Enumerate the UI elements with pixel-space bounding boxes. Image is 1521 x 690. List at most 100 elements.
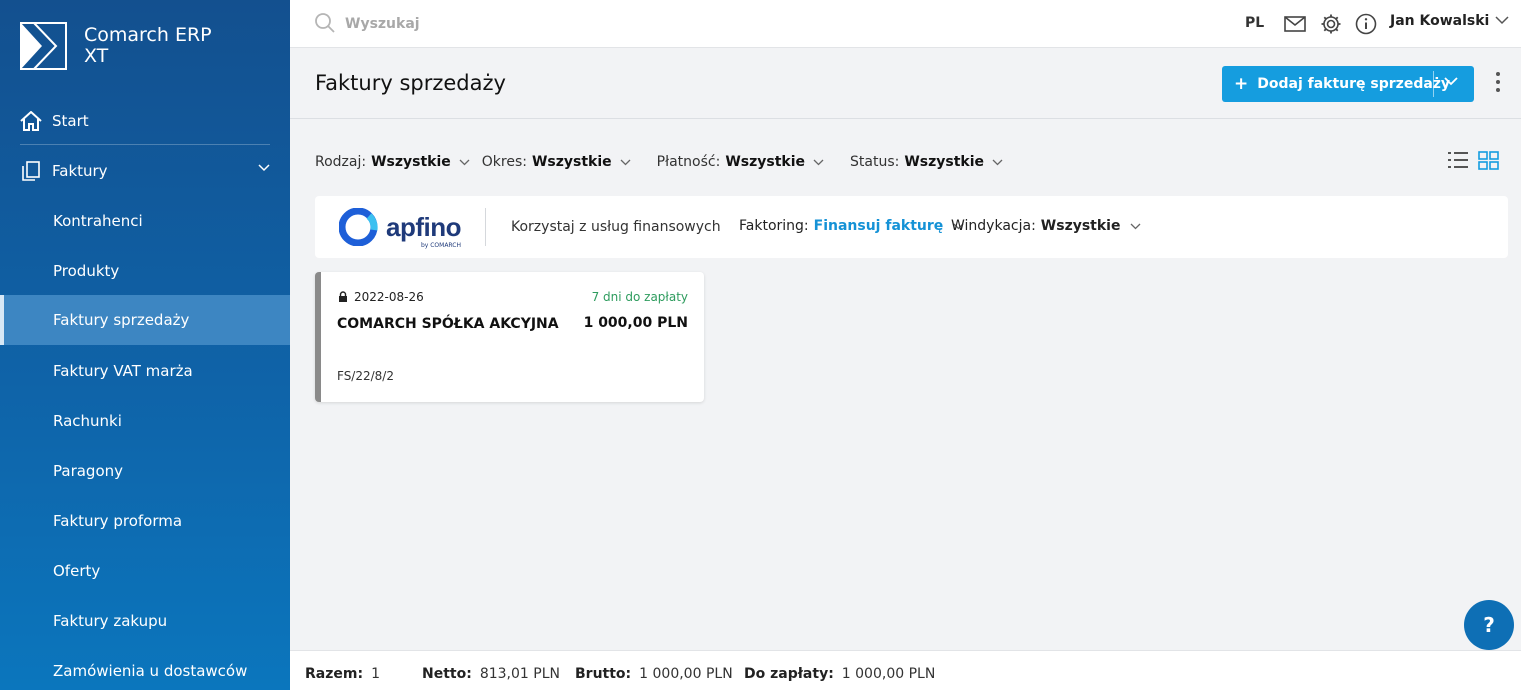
invoice-date: 2022-08-26 [354, 290, 424, 304]
summary-value: 1 000,00 PLN [841, 666, 936, 682]
gear-icon[interactable] [1319, 12, 1343, 36]
list-view-icon[interactable] [1447, 150, 1469, 170]
sidebar-item-produkty[interactable]: Produkty [0, 246, 290, 296]
recovery-dropdown[interactable]: Windykacja: Wszystkie [951, 218, 1141, 234]
invoice-amount: 1 000,00 PLN [583, 315, 688, 331]
summary-label: Razem: [305, 666, 364, 682]
apfino-logo[interactable]: apfino by COMARCH [339, 208, 462, 249]
recovery-label: Windykacja: [951, 218, 1036, 234]
filter-label: Status: [850, 154, 900, 170]
filter-status[interactable]: Status: Wszystkie [850, 154, 1003, 170]
sidebar-item-label: Start [52, 112, 89, 130]
sidebar-item-faktury-sprzedazy[interactable]: Faktury sprzedaży [0, 295, 290, 345]
sidebar-item-label: Faktury sprzedaży [53, 311, 190, 329]
brand[interactable]: Comarch ERP XT [20, 22, 212, 70]
filter-value: Wszystkie [531, 154, 612, 170]
add-sales-invoice-button[interactable]: + Dodaj fakturę sprzedaży [1222, 66, 1474, 102]
invoice-number: FS/22/8/2 [337, 369, 394, 383]
sidebar-divider [20, 144, 270, 145]
invoice-card[interactable]: 2022-08-26 7 dni do zapłaty COMARCH SPÓŁ… [315, 272, 704, 402]
sidebar: Comarch ERP XT Start Faktury Kontrahenci… [0, 0, 290, 690]
sidebar-item-kontrahenci[interactable]: Kontrahenci [0, 196, 290, 246]
sidebar-item-faktury-vat-marza[interactable]: Faktury VAT marża [0, 346, 290, 396]
sidebar-item-label: Faktury VAT marża [53, 362, 193, 380]
sidebar-item-label: Paragony [53, 462, 124, 480]
apfino-by: by COMARCH [420, 242, 461, 249]
sidebar-item-label: Faktury proforma [53, 512, 183, 530]
lock-icon [339, 291, 347, 302]
chevron-down-icon [1131, 223, 1141, 229]
sidebar-item-paragony[interactable]: Paragony [0, 446, 290, 496]
summary-label: Netto: [422, 666, 472, 682]
filter-label: Płatność: [656, 154, 721, 170]
sidebar-item-label: Faktury zakupu [53, 612, 168, 630]
app-name-line2: XT [84, 45, 109, 67]
mail-icon[interactable] [1283, 12, 1307, 36]
sidebar-item-start[interactable]: Start [0, 96, 290, 146]
app-name: Comarch ERP XT [84, 25, 212, 67]
info-icon[interactable] [1354, 12, 1378, 36]
sidebar-item-rachunki[interactable]: Rachunki [0, 396, 290, 446]
filters-bar: Rodzaj: Wszystkie Okres: Wszystkie Płatn… [315, 152, 1015, 172]
home-icon [20, 110, 42, 132]
language-switch[interactable]: PL [1245, 15, 1264, 31]
sidebar-item-faktury-zakupu[interactable]: Faktury zakupu [0, 596, 290, 646]
chevron-down-icon [258, 164, 270, 172]
filter-okres[interactable]: Okres: Wszystkie [482, 154, 631, 170]
summary-value: 813,01 PLN [479, 666, 560, 682]
sidebar-item-oferty[interactable]: Oferty [0, 546, 290, 596]
summary-due: Do zapłaty: 1 000,00 PLN [744, 666, 935, 682]
sidebar-item-label: Oferty [53, 562, 101, 580]
apfino-wordmark: apfino by COMARCH [386, 212, 462, 249]
summary-total: Razem: 1 [305, 666, 380, 682]
filter-platnosc[interactable]: Płatność: Wszystkie [657, 154, 824, 170]
apfino-banner: apfino by COMARCH Korzystaj z usług fina… [315, 196, 1508, 258]
user-name[interactable]: Jan Kowalski [1390, 13, 1489, 29]
page-title: Faktury sprzedaży [315, 71, 506, 95]
documents-icon [20, 160, 42, 182]
page-header: Faktury sprzedaży + Dodaj fakturę sprzed… [290, 49, 1521, 119]
filter-rodzaj[interactable]: Rodzaj: Wszystkie [315, 154, 470, 170]
summary-value: 1 000,00 PLN [639, 666, 733, 682]
comarch-logo-icon [20, 22, 67, 70]
plus-icon: + [1234, 74, 1249, 94]
invoice-due-status: 7 dni do zapłaty [591, 290, 688, 304]
question-icon: ? [1483, 613, 1495, 637]
chevron-down-icon [992, 159, 1003, 165]
chevron-down-icon [620, 159, 631, 165]
app-name-line1: Comarch ERP [84, 24, 212, 46]
apfino-divider [485, 208, 486, 246]
sidebar-item-zamowienia[interactable]: Zamówienia u dostawców [0, 646, 290, 690]
sidebar-item-label: Kontrahenci [53, 212, 143, 230]
summary-value: 1 [371, 666, 380, 682]
apfino-word: apfino [386, 212, 462, 242]
add-sales-invoice-label: Dodaj fakturę sprzedaży [1257, 76, 1451, 92]
search-icon [315, 13, 335, 33]
summary-label: Brutto: [575, 666, 632, 682]
chevron-down-icon[interactable] [1495, 16, 1509, 25]
summary-net: Netto: 813,01 PLN [422, 666, 560, 682]
sidebar-item-label: Rachunki [53, 412, 122, 430]
top-bar: PL Jan Kowalski [290, 0, 1521, 48]
more-options-icon[interactable] [1493, 72, 1503, 96]
sidebar-item-label: Faktury [52, 162, 108, 180]
apfino-logo-icon [339, 208, 378, 246]
summary-footer: Razem: 1 Netto: 813,01 PLN Brutto: 1 000,00… [290, 650, 1521, 690]
filter-value: Wszystkie [725, 154, 805, 170]
sidebar-item-faktury-proforma[interactable]: Faktury proforma [0, 496, 290, 546]
factoring-link[interactable]: Finansuj fakturę [814, 218, 944, 234]
factoring-dropdown[interactable]: Faktoring: Finansuj fakturę [739, 218, 964, 234]
chevron-down-icon[interactable] [1444, 77, 1458, 86]
filter-value: Wszystkie [904, 154, 985, 170]
filter-value: Wszystkie [371, 154, 451, 170]
grid-view-icon[interactable] [1478, 151, 1500, 171]
recovery-value: Wszystkie [1040, 218, 1121, 234]
help-button[interactable]: ? [1464, 600, 1514, 650]
sidebar-item-faktury[interactable]: Faktury [0, 146, 290, 196]
sidebar-item-label: Produkty [53, 262, 120, 280]
filter-label: Okres: [481, 154, 527, 170]
chevron-down-icon [813, 159, 824, 165]
search-input[interactable] [345, 13, 645, 35]
factoring-label: Faktoring: [739, 218, 809, 234]
sidebar-item-label: Zamówienia u dostawców [53, 662, 248, 680]
